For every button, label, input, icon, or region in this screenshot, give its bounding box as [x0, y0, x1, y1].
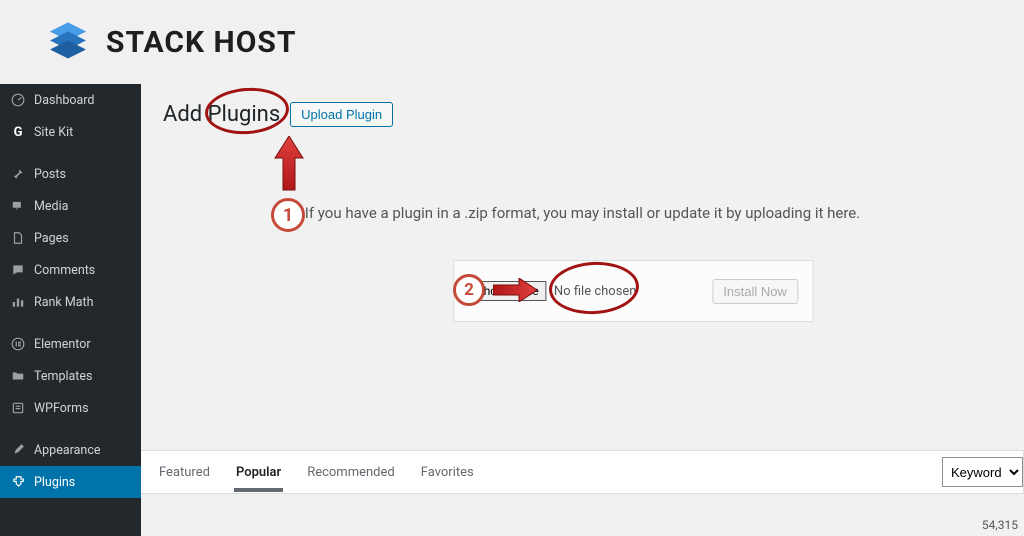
sidebar-item-appearance[interactable]: Appearance [0, 434, 141, 466]
dashboard-icon [10, 92, 26, 108]
tab-recommended[interactable]: Recommended [305, 453, 397, 492]
sidebar-item-label: Dashboard [34, 93, 94, 108]
sidebar-item-plugins[interactable]: Plugins [0, 466, 141, 498]
tab-favorites[interactable]: Favorites [419, 453, 476, 492]
media-icon [10, 198, 26, 214]
sidebar-item-dashboard[interactable]: Dashboard [0, 84, 141, 116]
search-type-select[interactable]: Keyword [942, 457, 1023, 487]
sidebar-item-label: Site Kit [34, 125, 73, 140]
comment-icon [10, 262, 26, 278]
sidebar-item-pages[interactable]: Pages [0, 222, 141, 254]
brand-name: STACK HOST [106, 25, 296, 60]
sidebar-item-label: Plugins [34, 475, 75, 490]
brand-bar: STACK HOST [0, 0, 1024, 84]
install-now-button[interactable]: Install Now [712, 279, 798, 304]
sidebar-item-label: Elementor [34, 337, 91, 352]
result-count: 54,315 [982, 518, 1018, 532]
sidebar-item-posts[interactable]: Posts [0, 158, 141, 190]
page-title: Add Plugins [163, 102, 280, 127]
folder-icon [10, 368, 26, 384]
sidebar-item-comments[interactable]: Comments [0, 254, 141, 286]
form-icon [10, 400, 26, 416]
brand-logo-icon [44, 18, 92, 66]
tab-popular[interactable]: Popular [234, 453, 283, 492]
sidebar-item-sitekit[interactable]: G Site Kit [0, 116, 141, 148]
sidebar-item-wpforms[interactable]: WPForms [0, 392, 141, 424]
chart-icon [10, 294, 26, 310]
brush-icon [10, 442, 26, 458]
sitekit-icon: G [10, 124, 26, 140]
elementor-icon [10, 336, 26, 352]
sidebar-item-templates[interactable]: Templates [0, 360, 141, 392]
sidebar-item-label: WPForms [34, 401, 89, 416]
plugin-icon [10, 474, 26, 490]
sidebar-item-label: Media [34, 199, 68, 214]
sidebar-item-label: Appearance [34, 443, 101, 458]
sidebar-item-label: Posts [34, 167, 66, 182]
upload-plugin-button[interactable]: Upload Plugin [290, 102, 393, 127]
sidebar-item-label: Comments [34, 263, 95, 278]
tab-featured[interactable]: Featured [157, 453, 212, 492]
sidebar-item-label: Pages [34, 231, 69, 246]
main-content: Add Plugins Upload Plugin 1 If you have … [141, 84, 1024, 536]
file-chosen-status: No file chosen [554, 284, 704, 299]
sidebar-item-label: Templates [34, 369, 92, 384]
admin-sidebar: Dashboard G Site Kit Posts Media Pages [0, 84, 141, 536]
upload-instruction-text: If you have a plugin in a .zip format, y… [141, 204, 1024, 222]
sidebar-item-media[interactable]: Media [0, 190, 141, 222]
sidebar-item-rankmath[interactable]: Rank Math [0, 286, 141, 318]
sidebar-item-elementor[interactable]: Elementor [0, 328, 141, 360]
annotation-arrow-1 [273, 136, 305, 198]
pin-icon [10, 166, 26, 182]
page-icon [10, 230, 26, 246]
upload-form: Choose File No file chosen Install Now [453, 260, 813, 322]
plugin-filter-tabs: Featured Popular Recommended Favorites K… [141, 450, 1024, 494]
choose-file-button[interactable]: Choose File [468, 281, 546, 301]
sidebar-item-label: Rank Math [34, 295, 94, 310]
